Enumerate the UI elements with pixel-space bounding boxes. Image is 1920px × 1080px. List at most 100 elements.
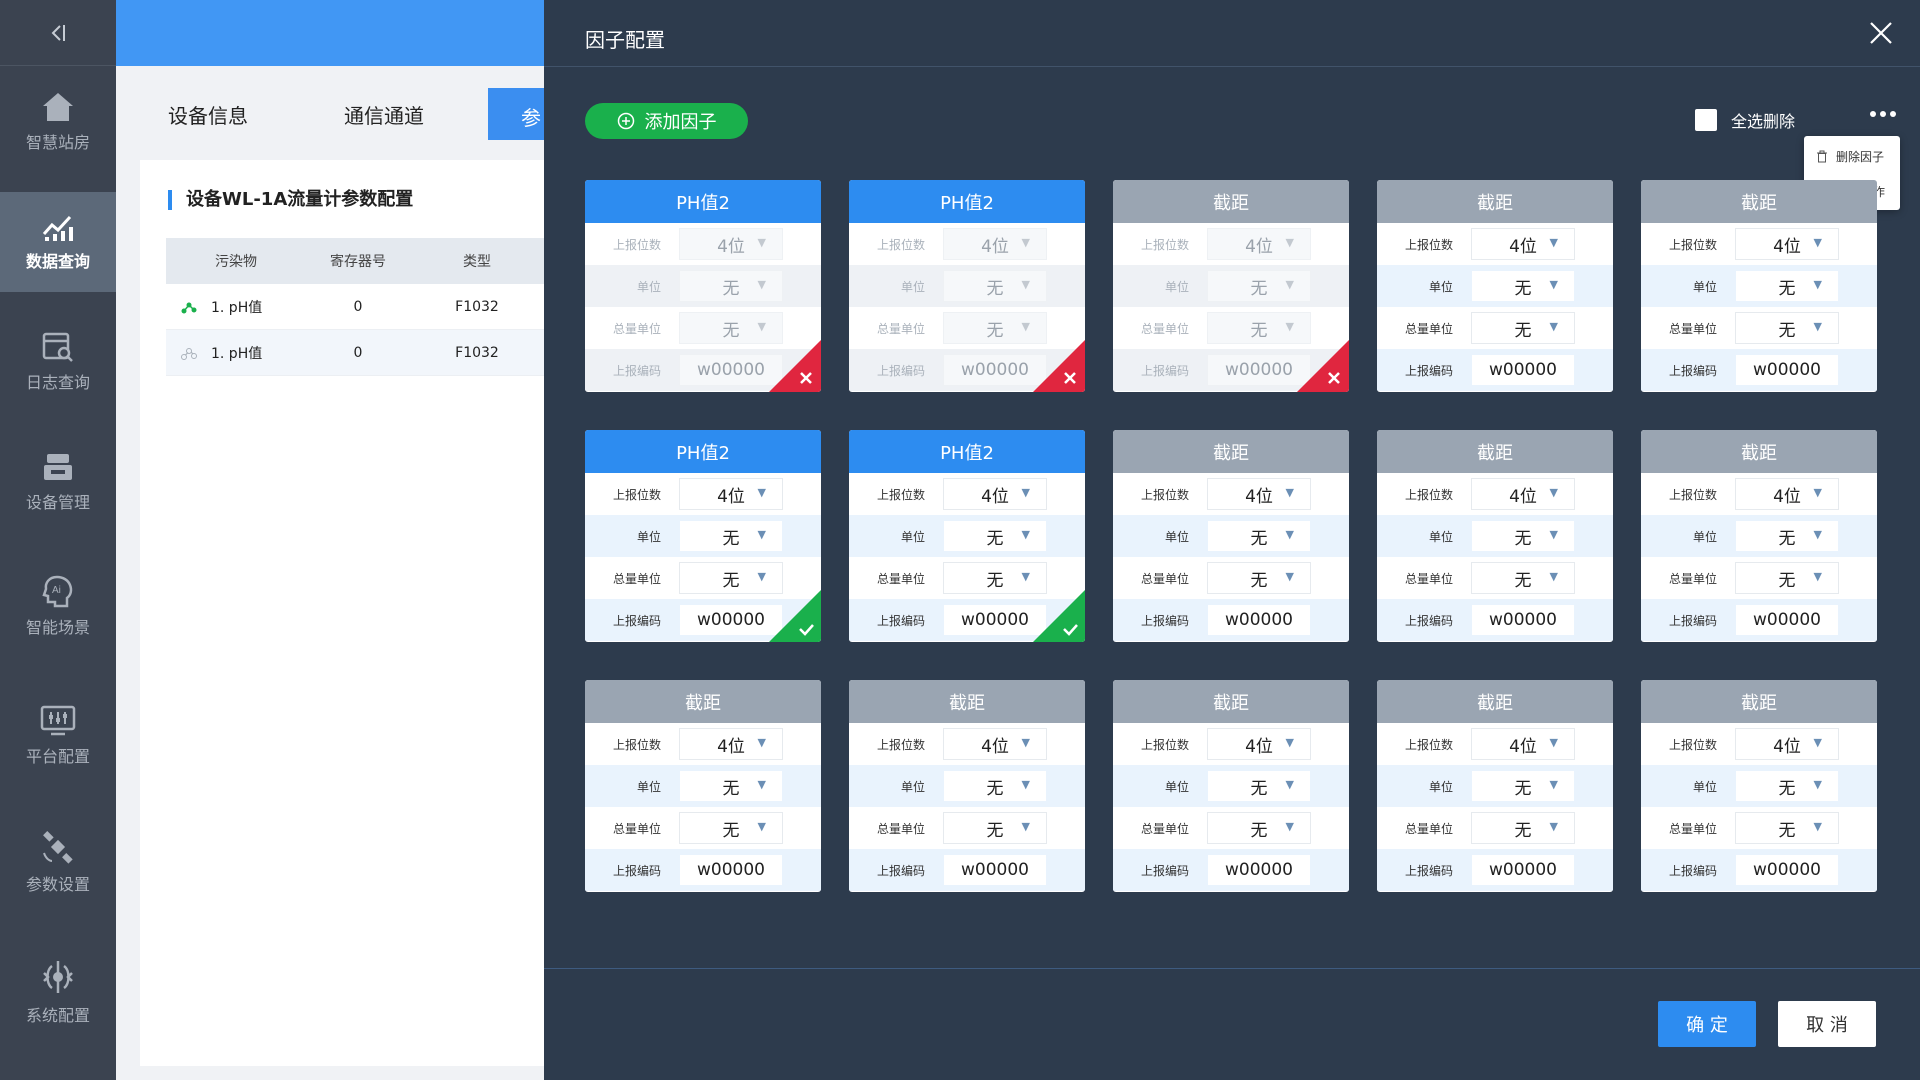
factor-card[interactable]: 截距 上报位数 4位 ▼ 单位无 ▼ 总量单位无 ▼ 上报编码 w00000 [1641, 680, 1877, 892]
confirm-button[interactable]: 确 定 [1658, 1001, 1756, 1047]
menu-item-delete-factor[interactable]: 删除因子 [1804, 139, 1900, 173]
unit-select[interactable]: 无 ▼ [679, 770, 783, 802]
digits-select[interactable]: 4位 ▼ [679, 478, 783, 510]
factor-field-row-digits: 上报位数 4位 ▼ [1377, 223, 1613, 265]
total-unit-select[interactable]: 无 ▼ [943, 812, 1047, 844]
factor-card[interactable]: 截距 上报位数 4位 ▼ 单位无 ▼ 总量单位无 ▼ 上报编码 w00000 [1113, 430, 1349, 642]
unit-select[interactable]: 无 ▼ [943, 520, 1047, 552]
unit-select[interactable]: 无 ▼ [1471, 770, 1575, 802]
unit-select[interactable]: 无 ▼ [943, 770, 1047, 802]
field-value: 4位 [981, 736, 1009, 757]
unit-select[interactable]: 无 ▼ [1207, 520, 1311, 552]
digits-select[interactable]: 4位 ▼ [943, 728, 1047, 760]
nav-item-platform-config[interactable]: 平台配置 [0, 686, 116, 786]
factor-card[interactable]: 截距 上报位数 4位 ▼ 单位无 ▼ 总量单位无 ▼ 上报编码 w00000 [1641, 430, 1877, 642]
nav-label: 智能场景 [25, 618, 90, 637]
report-code-input[interactable]: w00000 [1207, 604, 1311, 636]
report-code-input[interactable]: w00000 [943, 854, 1047, 886]
unit-select[interactable]: 无 ▼ [1471, 270, 1575, 302]
factor-card[interactable]: 截距 上报位数 4位 ▼ 单位无 ▼ 总量单位无 ▼ 上报编码 w00000 [1113, 680, 1349, 892]
digits-select[interactable]: 4位 ▼ [943, 478, 1047, 510]
add-factor-button[interactable]: 添加因子 [585, 103, 748, 139]
tab-device-info[interactable]: 设备信息 [168, 100, 248, 129]
factor-card[interactable]: 截距 上报位数 4位 ▼ 单位无 ▼ 总量单位无 ▼ 上报编码 w00000 [1377, 430, 1613, 642]
unit-select[interactable]: 无 ▼ [1207, 770, 1311, 802]
nav-item-smart-scene[interactable]: Ai 智能场景 [0, 556, 116, 656]
remove-badge-icon[interactable] [769, 340, 821, 392]
select-all-delete[interactable]: 全选删除 [1695, 108, 1795, 132]
report-code-input[interactable]: w00000 [679, 604, 783, 636]
report-code-input[interactable]: w00000 [1471, 854, 1575, 886]
unit-select[interactable]: 无 ▼ [679, 520, 783, 552]
dropdown-arrow-icon: ▼ [757, 820, 766, 833]
factor-card[interactable]: PH值2 上报位数 4位 ▼ 单位无 ▼ 总量单位无 ▼ 上报编码 w00000 [849, 430, 1085, 642]
nav-item-smart-station[interactable]: 智慧站房 [0, 72, 116, 172]
remove-badge-icon[interactable] [1297, 340, 1349, 392]
collapse-sidebar-button[interactable] [0, 0, 116, 66]
tab-comm-channel[interactable]: 通信通道 [344, 100, 424, 129]
unit-select[interactable]: 无 ▼ [1735, 270, 1839, 302]
nav-item-system-config[interactable]: 系统配置 [0, 942, 116, 1042]
unit-select[interactable]: 无 ▼ [1735, 770, 1839, 802]
table-row[interactable]: 1. pH值 0 F1032 [166, 284, 544, 330]
digits-select[interactable]: 4位 ▼ [1471, 228, 1575, 260]
total-unit-select[interactable]: 无 ▼ [1471, 562, 1575, 594]
report-code-input[interactable]: w00000 [1471, 354, 1575, 386]
factor-card[interactable]: 截距 上报位数 4位 ▼ 单位无 ▼ 总量单位无 ▼ 上报编码 w00000 [585, 680, 821, 892]
factor-card[interactable]: 截距 上报位数 4位 ▼ 单位无 ▼ 总量单位无 ▼ 上报编码 w00000 [1377, 680, 1613, 892]
tab-parameters[interactable]: 参 [488, 88, 548, 140]
report-code-input[interactable]: w00000 [1735, 604, 1839, 636]
total-unit-select[interactable]: 无 ▼ [943, 562, 1047, 594]
digits-select[interactable]: 4位 ▼ [1207, 728, 1311, 760]
digits-select[interactable]: 4位 ▼ [1735, 728, 1839, 760]
ai-head-icon: Ai [42, 575, 73, 608]
report-code-input[interactable]: w00000 [943, 604, 1047, 636]
digits-select[interactable]: 4位 ▼ [679, 728, 783, 760]
total-unit-select[interactable]: 无 ▼ [1471, 312, 1575, 344]
total-unit-select[interactable]: 无 ▼ [1735, 562, 1839, 594]
digits-select[interactable]: 4位 ▼ [1735, 478, 1839, 510]
factor-card[interactable]: 截距 上报位数 4位 ▼ 单位无 ▼ 总量单位无 ▼ 上报编码 w00000 [1377, 180, 1613, 392]
digits-select[interactable]: 4位 ▼ [1207, 478, 1311, 510]
nav-item-device-management[interactable]: 设备管理 [0, 432, 116, 532]
total-unit-select[interactable]: 无 ▼ [1735, 312, 1839, 344]
report-code-input[interactable]: w00000 [1735, 354, 1839, 386]
digits-select[interactable]: 4位 ▼ [1471, 478, 1575, 510]
total-unit-select[interactable]: 无 ▼ [679, 562, 783, 594]
nav-item-data-query[interactable]: 数据查询 [0, 192, 116, 292]
digits-select[interactable]: 4位 ▼ [1471, 728, 1575, 760]
total-unit-select[interactable]: 无 ▼ [1471, 812, 1575, 844]
field-label: 单位 [1164, 279, 1189, 294]
digits-select[interactable]: 4位 ▼ [1735, 228, 1839, 260]
report-code-input[interactable]: w00000 [1735, 854, 1839, 886]
remove-badge-icon[interactable] [1033, 340, 1085, 392]
factor-card[interactable]: 截距 上报位数 4位 ▼ 单位无 ▼ 总量单位无 ▼ 上报编码 w00000 [1113, 180, 1349, 392]
nav-item-log-query[interactable]: 日志查询 [0, 312, 116, 412]
selected-check-icon [769, 590, 821, 642]
factor-card[interactable]: 截距 上报位数 4位 ▼ 单位无 ▼ 总量单位无 ▼ 上报编码 w00000 [1641, 180, 1877, 392]
factor-card[interactable]: PH值2 上报位数 4位 ▼ 单位无 ▼ 总量单位无 ▼ 上报编码 w00000 [585, 430, 821, 642]
factor-card[interactable]: 截距 上报位数 4位 ▼ 单位无 ▼ 总量单位无 ▼ 上报编码 w00000 [849, 680, 1085, 892]
factor-field-row-report-code: 上报编码 w00000 [1377, 849, 1613, 891]
report-code-input[interactable]: w00000 [679, 854, 783, 886]
cancel-button[interactable]: 取 消 [1778, 1001, 1876, 1047]
close-icon[interactable] [1868, 20, 1894, 46]
factor-card[interactable]: PH值2 上报位数 4位 ▼ 单位无 ▼ 总量单位无 ▼ 上报编码 w00000 [849, 180, 1085, 392]
report-code-input[interactable]: w00000 [1207, 854, 1311, 886]
total-unit-select[interactable]: 无 ▼ [1207, 562, 1311, 594]
more-options-icon[interactable] [1870, 111, 1896, 117]
nav-item-parameter-settings[interactable]: 参数设置 [0, 812, 116, 912]
total-unit-select[interactable]: 无 ▼ [679, 812, 783, 844]
unit-select[interactable]: 无 ▼ [1471, 520, 1575, 552]
total-unit-select[interactable]: 无 ▼ [1207, 812, 1311, 844]
field-value: w00000 [1753, 860, 1821, 880]
unit-select[interactable]: 无 ▼ [1735, 520, 1839, 552]
total-unit-select[interactable]: 无 ▼ [1735, 812, 1839, 844]
factor-card[interactable]: PH值2 上报位数 4位 ▼ 单位无 ▼ 总量单位无 ▼ 上报编码 w00000 [585, 180, 821, 392]
table-row[interactable]: 1. pH值 0 F1032 [166, 330, 544, 376]
total-unit-select: 无 ▼ [1207, 312, 1311, 344]
report-code-input[interactable]: w00000 [1471, 604, 1575, 636]
factor-card-title: PH值2 [849, 180, 1085, 223]
field-value: 无 [722, 528, 740, 549]
select-all-checkbox[interactable] [1695, 109, 1717, 131]
